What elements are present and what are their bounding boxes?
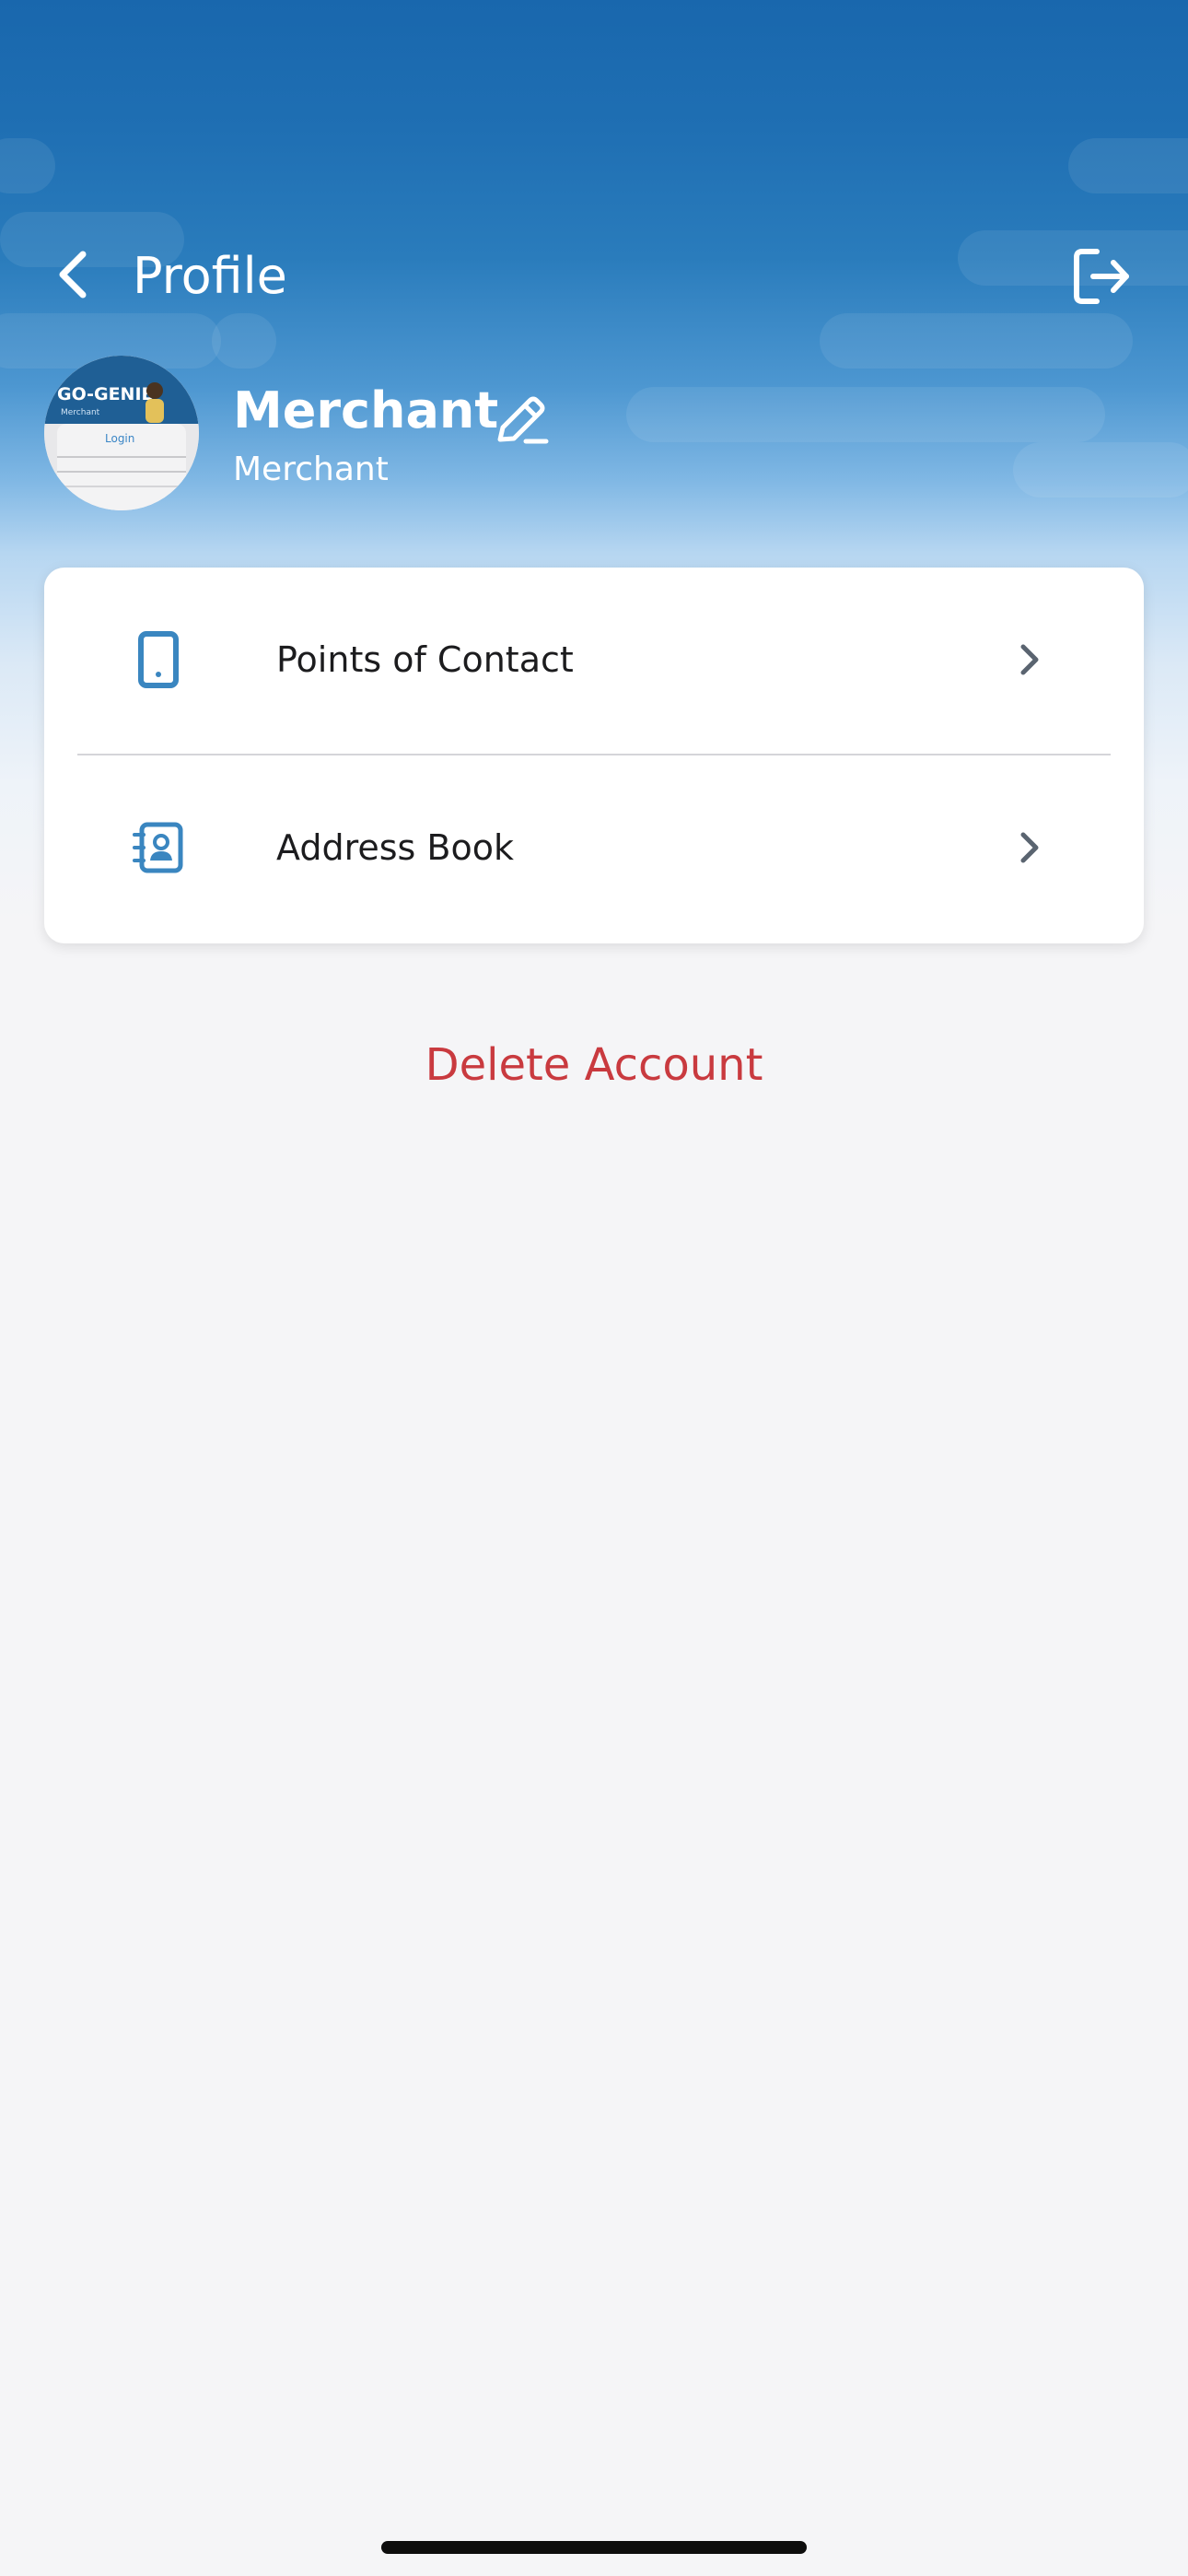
delete-account-button[interactable]: Delete Account [318, 1028, 870, 1102]
chevron-right-icon [1007, 638, 1052, 682]
menu-item-address-book[interactable]: Address Book [44, 755, 1144, 940]
address-book-icon [125, 814, 192, 881]
pencil-edit-icon [491, 390, 552, 455]
menu-item-label: Address Book [276, 827, 514, 868]
cloud-decoration [1068, 138, 1188, 193]
phone-icon [125, 626, 192, 693]
home-indicator [381, 2541, 807, 2554]
cloud-decoration [0, 138, 55, 193]
avatar-brand-text: GO-GENIE [57, 384, 154, 404]
menu-item-points-of-contact[interactable]: Points of Contact [44, 568, 1144, 752]
top-bar: Profile [0, 221, 1188, 332]
logout-button[interactable] [1065, 241, 1138, 315]
page-title: Profile [133, 247, 287, 305]
profile-menu-card: Points of Contact Address Book [44, 568, 1144, 943]
profile-header: GO-GENIE Merchant Login Merchant Merchan… [44, 356, 1149, 512]
avatar-login-text: Login [105, 432, 134, 445]
profile-name: Merchant [233, 381, 499, 439]
avatar-sub-text: Merchant [61, 408, 100, 417]
avatar[interactable]: GO-GENIE Merchant Login [44, 356, 199, 510]
edit-profile-button[interactable] [488, 389, 554, 455]
menu-item-label: Points of Contact [276, 639, 574, 680]
logout-icon [1069, 244, 1134, 313]
chevron-right-icon [1007, 825, 1052, 870]
profile-role: Merchant [233, 451, 389, 488]
back-button[interactable] [37, 240, 111, 313]
chevron-left-icon [52, 247, 96, 307]
